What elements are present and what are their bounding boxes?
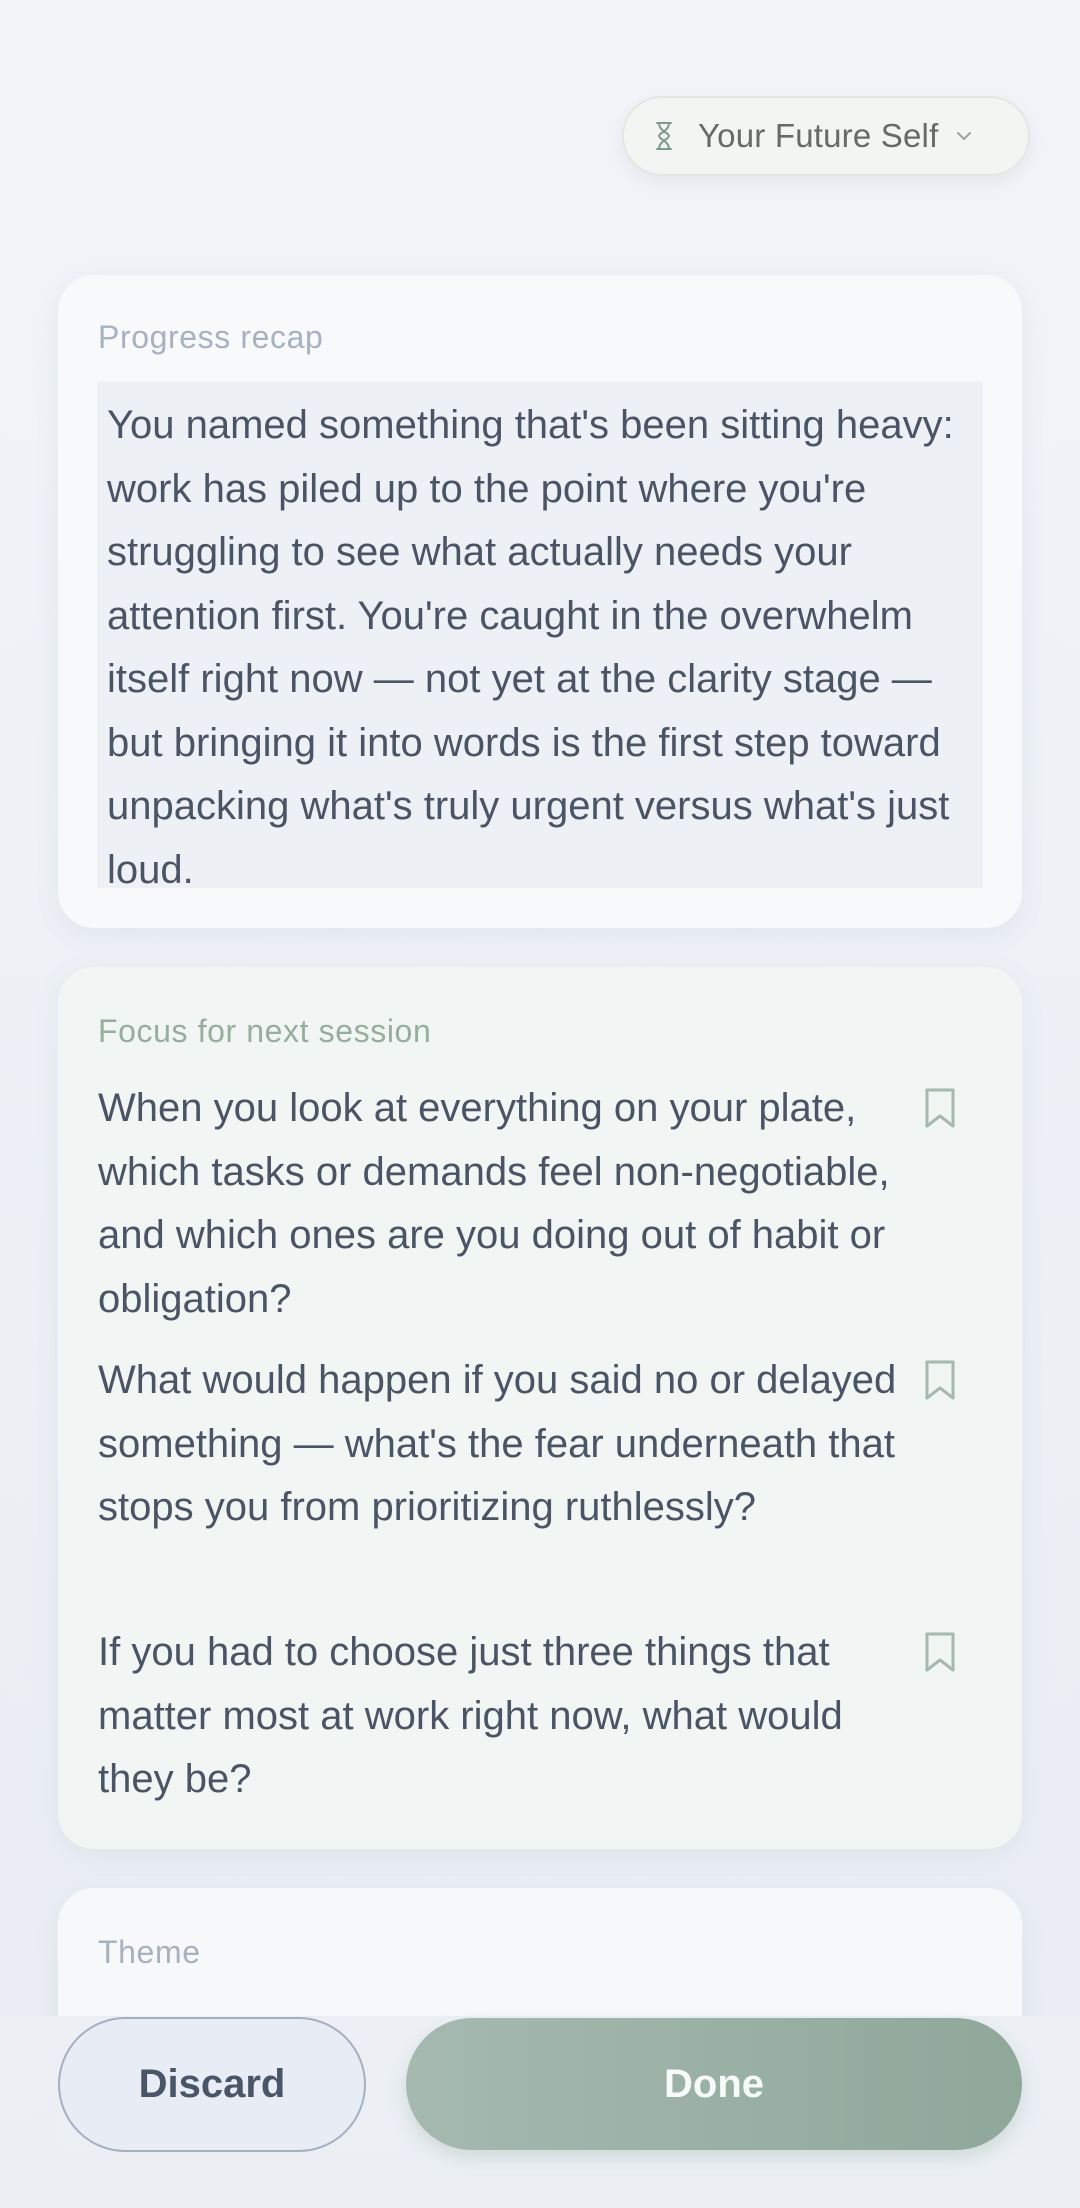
theme-title: Theme <box>98 1934 201 1970</box>
focus-question: When you look at everything on your plat… <box>98 1077 998 1331</box>
bookmark-icon[interactable] <box>924 1359 956 1401</box>
progress-recap-card: Progress recap You named something that'… <box>58 275 1022 928</box>
persona-label: Your Future Self <box>698 117 939 154</box>
bookmark-icon[interactable] <box>924 1087 956 1129</box>
scrolled-content-remnant <box>250 0 310 4</box>
persona-selector[interactable]: Your Future Self <box>622 96 1030 176</box>
done-button[interactable]: Done <box>406 2018 1022 2150</box>
progress-recap-text[interactable]: You named something that's been sitting … <box>97 382 983 892</box>
progress-recap-title: Progress recap <box>98 319 324 355</box>
bookmark-icon[interactable] <box>924 1631 956 1673</box>
focus-question-text: If you had to choose just three things t… <box>98 1630 843 1801</box>
discard-button[interactable]: Discard <box>58 2017 366 2152</box>
focus-question: What would happen if you said no or dela… <box>98 1349 998 1540</box>
focus-question-text: When you look at everything on your plat… <box>98 1086 890 1321</box>
focus-next-session-card: Focus for next session When you look at … <box>58 967 1022 1849</box>
focus-question-text: What would happen if you said no or dela… <box>98 1358 897 1529</box>
hourglass-icon <box>654 121 674 151</box>
focus-title: Focus for next session <box>98 1013 432 1049</box>
chevron-down-icon <box>954 129 974 143</box>
focus-question: If you had to choose just three things t… <box>98 1621 998 1812</box>
